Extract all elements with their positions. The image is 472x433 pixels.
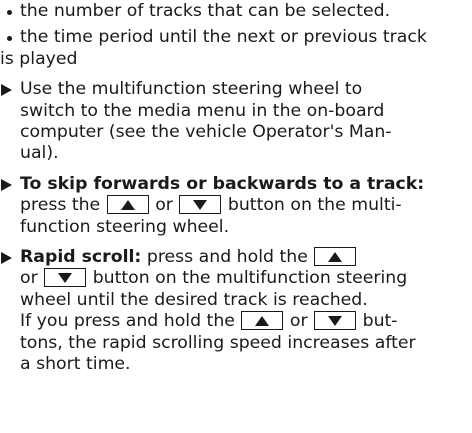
step-text-line: press the or button on the multi-: [20, 195, 472, 216]
step-text: wheel until the desired track is reached…: [20, 289, 368, 310]
step-text: If you press and hold the: [20, 311, 235, 332]
arrow-up-icon: [328, 252, 343, 263]
step-skip-track: To skip forwards or backwards to a track…: [0, 174, 472, 238]
arrow-down-icon: [328, 316, 343, 327]
arrow-up-icon: [120, 200, 135, 211]
bullet-dot-icon: [7, 10, 12, 15]
step-text: or: [289, 311, 308, 332]
step-text: ual).: [20, 143, 59, 164]
bullet-item-time-period: the time period until the next or previo…: [0, 27, 472, 70]
step-text: switch to the media menu in the on-board: [20, 100, 385, 121]
step-text-line: Rapid scroll: press and hold the: [20, 247, 472, 268]
step-rapid-scroll: Rapid scroll: press and hold the or butt…: [0, 247, 472, 375]
manual-page: the number of tracks that can be selecte…: [0, 0, 472, 433]
step-text: or: [20, 268, 38, 289]
step-text: or: [155, 195, 173, 216]
up-button-key: [314, 247, 357, 267]
step-text: tons, the rapid scrolling speed increase…: [20, 332, 416, 353]
step-triangle-icon: [1, 178, 12, 191]
bullet-text: is played: [0, 48, 78, 69]
bullet-item-tracks: the number of tracks that can be selecte…: [0, 1, 472, 22]
step-text: button on the multi-: [227, 195, 402, 216]
step-text-line: If you press and hold the or but-: [20, 311, 472, 332]
step-text: a short time.: [20, 354, 131, 375]
step-text-line: or button on the multifunction steering: [20, 268, 472, 289]
step-triangle-icon: [1, 252, 12, 265]
step-text: press and hold the: [146, 247, 308, 268]
up-button-key: [241, 311, 284, 331]
step-text: but-: [362, 311, 398, 332]
step-text: computer (see the vehicle Operator's Man…: [20, 122, 392, 143]
arrow-up-icon: [255, 316, 270, 327]
arrow-down-icon: [193, 200, 208, 211]
step-text: Use the multifunction steering wheel to: [20, 79, 363, 100]
step-text: press the: [20, 195, 101, 216]
down-button-key: [314, 311, 357, 331]
arrow-down-icon: [58, 273, 73, 284]
up-button-key: [106, 195, 149, 215]
step-text: button on the multifunction steering: [92, 268, 408, 289]
step-media-menu: Use the multifunction steering wheel to …: [0, 79, 472, 165]
bullet-text: the number of tracks that can be selecte…: [20, 1, 391, 21]
bullet-text: the time period until the next or previo…: [20, 27, 427, 48]
step-heading: To skip forwards or backwards to a track…: [20, 173, 425, 194]
down-button-key: [44, 268, 87, 288]
down-button-key: [179, 195, 222, 215]
bullet-dot-icon: [7, 36, 12, 42]
step-triangle-icon: [1, 84, 12, 97]
step-heading: Rapid scroll:: [20, 247, 142, 268]
step-text: function steering wheel.: [20, 216, 230, 237]
